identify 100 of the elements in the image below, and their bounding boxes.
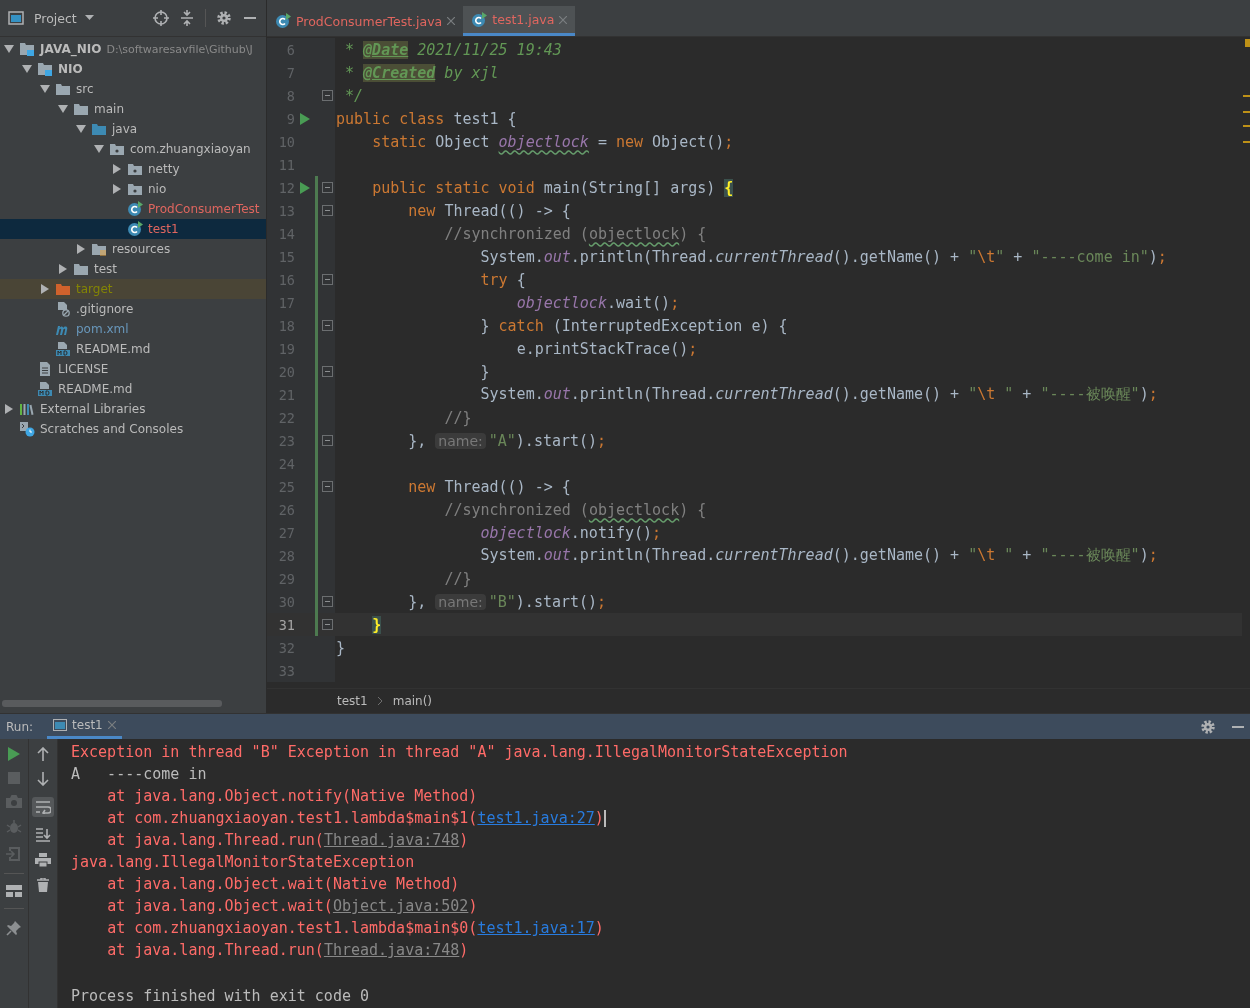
expand-arrow-icon[interactable] [58,264,68,274]
fold-marker-icon[interactable] [322,596,333,607]
locate-icon[interactable] [153,10,169,26]
tree-item[interactable]: java [0,119,266,139]
fold-marker-icon[interactable] [322,619,333,630]
breadcrumb-item[interactable]: main() [392,694,433,708]
close-icon[interactable] [107,721,116,729]
code-text: public static void main(String[] args) { [372,178,734,197]
expand-arrow-icon[interactable] [4,404,14,414]
code-text: } [372,615,382,634]
breadcrumb-item[interactable]: test1 [337,694,368,708]
tree-item[interactable]: src [0,79,266,99]
settings-icon[interactable] [1200,718,1216,735]
tree-item[interactable]: com.zhuangxiaoyan [0,139,266,159]
pin-icon[interactable] [6,920,22,936]
soft-wrap-button[interactable] [32,797,54,817]
run-tab[interactable]: test1 [47,714,122,739]
fold-marker-icon[interactable] [322,90,333,101]
source-link[interactable]: Thread.java:748 [323,831,460,849]
collapse-all-icon[interactable] [179,10,195,26]
fold-marker-icon[interactable] [322,182,333,193]
expand-arrow-icon[interactable] [22,64,32,74]
class-icon [275,13,291,29]
source-link[interactable]: Thread.java:748 [323,941,460,959]
code-text: } catch (InterruptedException e) { [480,316,788,335]
folder-icon [73,261,89,277]
code-text: */ [345,86,364,105]
tree-item[interactable]: LICENSE [0,359,266,379]
print-icon[interactable] [35,853,51,867]
expand-arrow-icon[interactable] [4,44,14,54]
console-line: at java.lang.Thread.run(Thread.java:748) [107,831,469,849]
project-window-icon [8,11,24,25]
expand-arrow-icon[interactable] [40,84,50,94]
settings-icon[interactable] [216,10,232,26]
code-text: } [480,362,490,381]
package-icon [109,141,125,157]
expand-arrow-icon[interactable] [112,164,122,174]
parameter-hint: name: [435,593,486,610]
code-text: //} [444,569,472,588]
fold-marker-icon[interactable] [322,435,333,446]
package-icon [127,161,143,177]
tree-item[interactable]: test1 [0,219,266,239]
package-icon [127,181,143,197]
expand-arrow-icon[interactable] [76,124,86,134]
close-icon[interactable] [447,17,456,25]
console-line: Exception in thread "B" Exception in thread "A" java.lang.IllegalMonitorStateException [71,743,848,761]
source-link[interactable]: test1.java:27 [477,809,595,827]
tree-item[interactable]: pom.xml [0,319,266,339]
trash-icon[interactable] [37,878,49,892]
code-text: }, [408,431,427,450]
tree-item[interactable]: NIO [0,59,266,79]
tree-item[interactable]: ProdConsumerTest [0,199,266,219]
expand-arrow-icon[interactable] [40,284,50,294]
source-link[interactable]: Object.java:502 [332,897,469,915]
tree-item[interactable]: README.md [0,339,266,359]
scroll-to-end-icon[interactable] [35,828,51,842]
run-icon[interactable] [300,181,310,194]
down-arrow-icon[interactable] [37,772,49,786]
text-cursor [603,809,606,827]
editor-tab[interactable]: ProdConsumerTest.java [267,6,464,36]
console-line: java.lang.IllegalMonitorStateException [71,853,415,871]
expand-arrow-icon[interactable] [94,144,104,154]
tree-item[interactable]: nio [0,179,266,199]
module-folder-icon [19,41,35,57]
tree-item[interactable]: Scratches and Consoles [0,419,266,439]
fold-marker-icon[interactable] [322,274,333,285]
layout-icon[interactable] [6,885,22,897]
fold-marker-icon[interactable] [322,481,333,492]
fold-marker-icon[interactable] [322,205,333,216]
rerun-icon[interactable] [8,747,20,761]
text-file-icon [37,361,53,377]
code-text: //} [444,408,472,427]
fold-marker-icon[interactable] [322,366,333,377]
run-icon[interactable] [300,112,310,125]
tree-item[interactable]: test [0,259,266,279]
folder-icon [55,81,71,97]
project-view-dropdown[interactable]: Project [34,10,94,26]
console-icon [53,719,68,731]
fold-marker-icon[interactable] [322,320,333,331]
tree-item[interactable]: JAVA_NIO D:\softwaresavfile\Github\J [0,39,266,59]
expand-arrow-icon[interactable] [58,104,68,114]
module-folder-icon [37,61,53,77]
project-path: D:\softwaresavfile\Github\J [106,42,253,56]
folder-icon [91,121,107,137]
tree-item[interactable]: resources [0,239,266,259]
tree-item[interactable]: External Libraries [0,399,266,419]
markdown-file-icon [55,341,71,357]
tree-item[interactable]: main [0,99,266,119]
class-icon [127,201,143,217]
tree-item[interactable]: .gitignore [0,299,266,319]
expand-arrow-icon[interactable] [112,184,122,194]
tree-item[interactable]: README.md [0,379,266,399]
expand-arrow-icon[interactable] [76,244,86,254]
horizontal-scrollbar[interactable] [2,700,222,707]
tree-item[interactable]: netty [0,159,266,179]
source-link[interactable]: test1.java:17 [477,919,595,937]
class-icon [471,11,488,28]
code-text: //synchronized (objectlock) { [444,500,707,519]
up-arrow-icon[interactable] [37,747,49,761]
folder-icon [55,281,71,297]
